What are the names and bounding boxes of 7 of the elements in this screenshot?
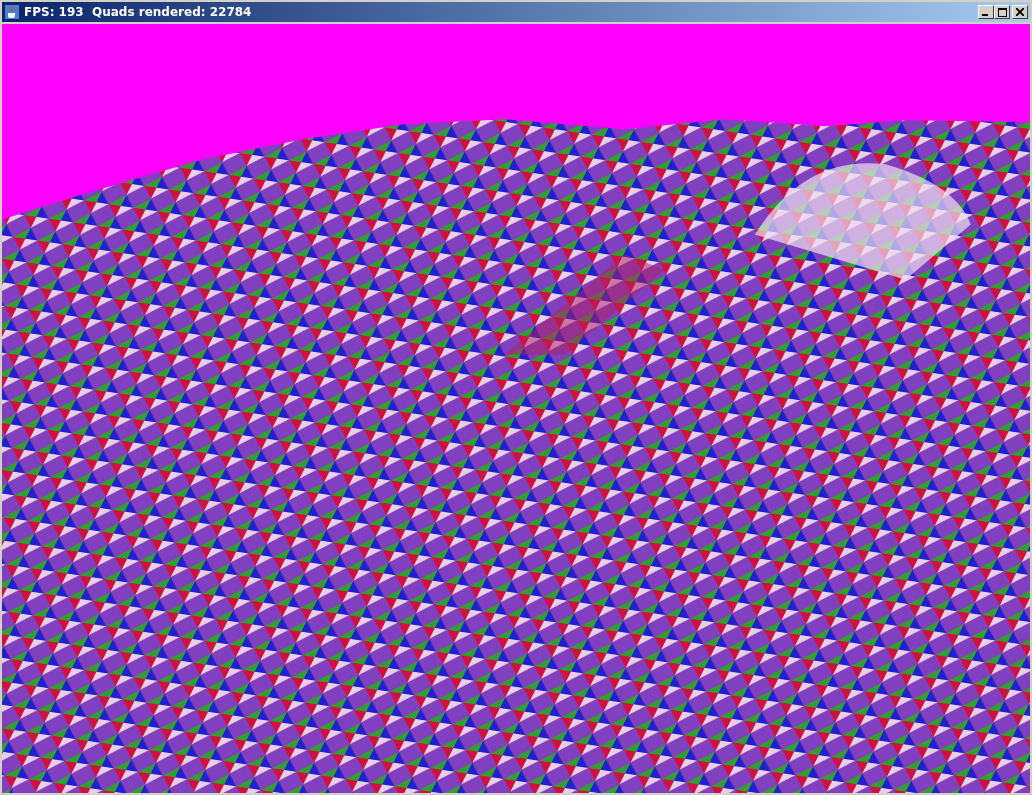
- cup-icon: [4, 4, 20, 20]
- window-title: FPS: 193 Quads rendered: 22784: [24, 5, 252, 19]
- maximize-icon: [997, 7, 1007, 17]
- close-button[interactable]: [1012, 5, 1028, 19]
- minimize-button[interactable]: [978, 5, 994, 19]
- maximize-button[interactable]: [994, 5, 1010, 19]
- close-icon: [1016, 8, 1024, 16]
